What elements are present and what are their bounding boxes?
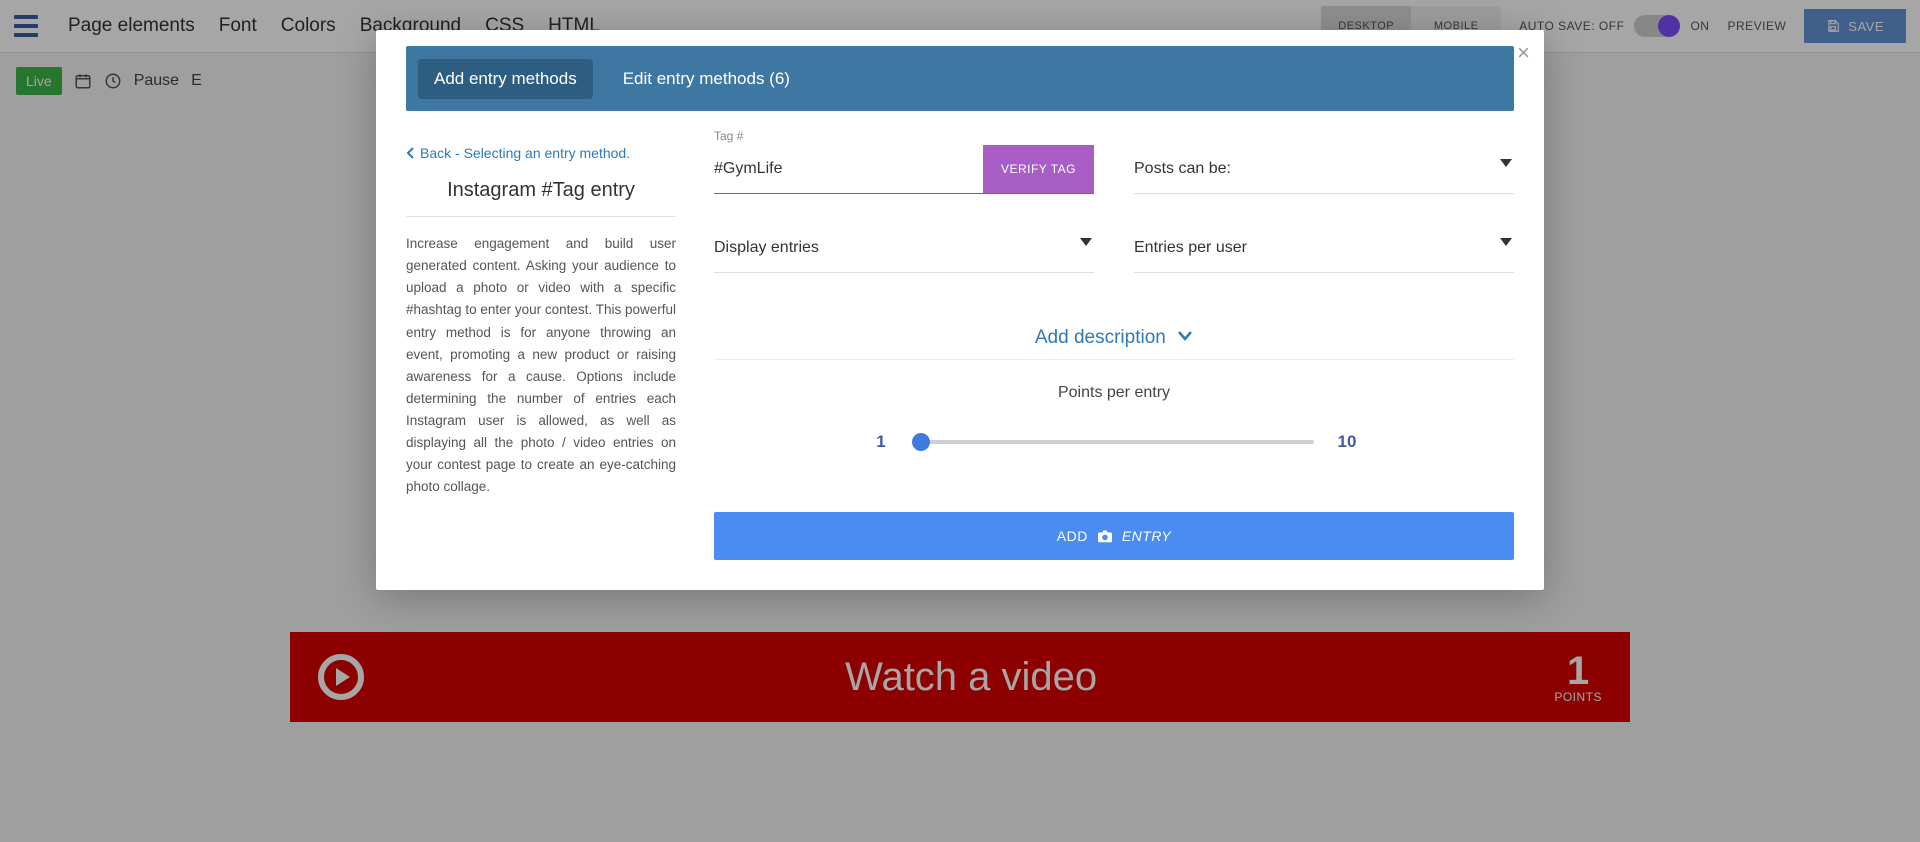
add-description-label: Add description [1035, 327, 1166, 348]
tag-field: Tag # VERIFY TAG [714, 145, 1094, 194]
chevron-down-icon [1500, 238, 1512, 246]
points-per-entry-label: Points per entry [714, 384, 1514, 402]
modal-tabs: Add entry methods Edit entry methods (6) [406, 46, 1514, 111]
slider-thumb[interactable] [912, 433, 930, 451]
tag-input[interactable] [714, 145, 983, 193]
camera-icon [1096, 529, 1114, 543]
add-entry-button[interactable]: ADD ENTRY [714, 512, 1514, 560]
tab-add-entry-methods[interactable]: Add entry methods [418, 59, 593, 99]
chevron-left-icon [406, 147, 416, 159]
posts-can-be-select[interactable] [1134, 145, 1514, 194]
add-description-link[interactable]: Add description [714, 303, 1514, 360]
modal-left-column: Back - Selecting an entry method. Instag… [406, 145, 676, 560]
add-entry-prefix: ADD [1057, 528, 1088, 544]
chevron-down-icon [1500, 159, 1512, 167]
display-entries-select[interactable] [714, 224, 1094, 273]
back-link[interactable]: Back - Selecting an entry method. [406, 145, 676, 161]
verify-tag-button[interactable]: VERIFY TAG [983, 145, 1094, 193]
back-link-label: Back - Selecting an entry method. [420, 145, 630, 161]
modal-heading: Instagram #Tag entry [406, 179, 676, 217]
tag-field-label: Tag # [714, 129, 743, 143]
chevron-down-icon [1080, 238, 1092, 246]
entries-per-user-select[interactable] [1134, 224, 1514, 273]
modal-form: Tag # VERIFY TAG [714, 145, 1514, 560]
slider-min: 1 [866, 432, 896, 452]
points-slider[interactable] [914, 440, 1314, 444]
add-entry-suffix: ENTRY [1122, 528, 1171, 544]
close-icon[interactable]: × [1517, 40, 1530, 66]
chevron-down-icon [1177, 326, 1193, 348]
tab-edit-entry-methods[interactable]: Edit entry methods (6) [607, 59, 806, 99]
posts-can-be-label [1134, 145, 1514, 193]
points-per-entry: Points per entry 1 10 [714, 384, 1514, 452]
slider-max: 10 [1332, 432, 1362, 452]
entries-per-user-label [1134, 224, 1514, 272]
modal-description: Increase engagement and build user gener… [406, 233, 676, 499]
display-entries-label [714, 224, 1094, 272]
entry-method-modal: × Add entry methods Edit entry methods (… [376, 30, 1544, 590]
